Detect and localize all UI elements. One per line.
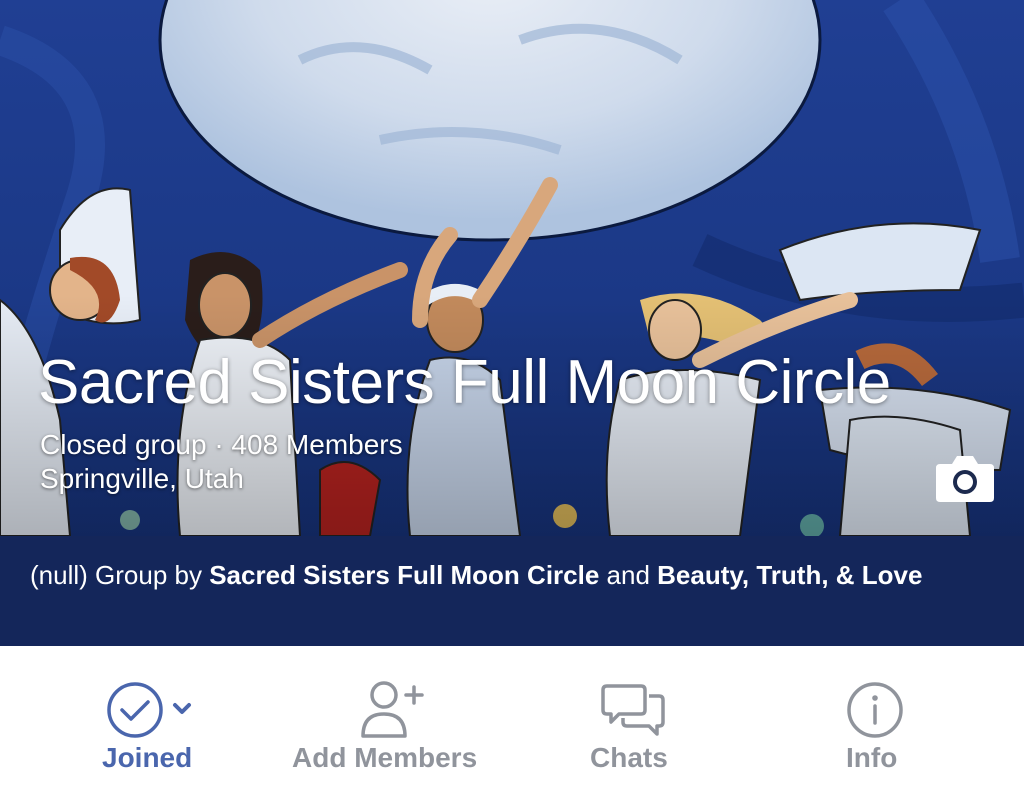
group-privacy-members: Closed group · 408 Members: [40, 429, 403, 460]
group-meta: Closed group · 408 Members Springville, …: [40, 428, 403, 496]
check-circle-icon: [107, 682, 191, 738]
chats-button[interactable]: Chats: [580, 646, 690, 796]
camera-icon: [936, 456, 994, 502]
info-icon: [847, 682, 903, 738]
banner-joiner: and: [599, 560, 658, 590]
group-action-bar: Joined Add Members Chats Info: [0, 646, 1024, 806]
add-members-label: Add Members: [292, 742, 478, 773]
info-label: Info: [846, 742, 898, 773]
change-cover-button[interactable]: [934, 450, 996, 506]
info-button[interactable]: Info: [830, 646, 920, 796]
owner-link-2[interactable]: Beauty, Truth, & Love: [657, 560, 922, 590]
banner-prefix: (null) Group by: [30, 560, 210, 590]
owner-link-1[interactable]: Sacred Sisters Full Moon Circle: [209, 560, 599, 590]
joined-label: Joined: [102, 742, 193, 773]
chat-bubbles-icon: [601, 684, 665, 736]
add-members-button[interactable]: Add Members: [290, 646, 500, 796]
group-name: Sacred Sisters Full Moon Circle: [38, 348, 891, 417]
joined-button[interactable]: Joined: [75, 646, 225, 796]
add-person-icon: [361, 681, 424, 738]
group-owner-banner: (null) Group by Sacred Sisters Full Moon…: [0, 536, 1024, 646]
group-location: Springville, Utah: [40, 463, 244, 494]
chats-label: Chats: [590, 742, 668, 773]
cover-photo[interactable]: Sacred Sisters Full Moon Circle Closed g…: [0, 0, 1024, 536]
